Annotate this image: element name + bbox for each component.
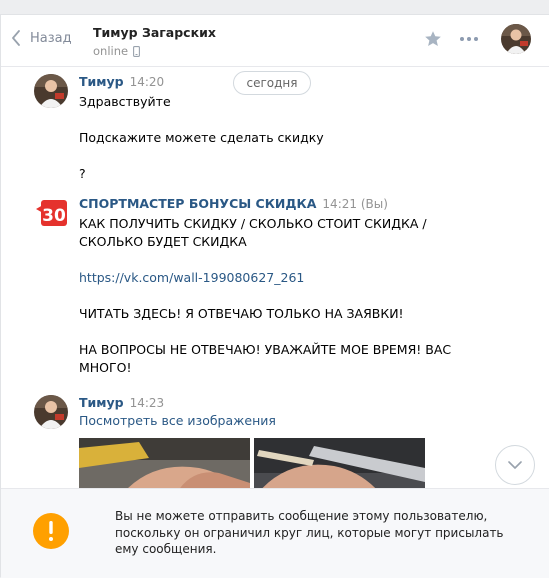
- peer-avatar[interactable]: [501, 24, 531, 54]
- message-text: ЧИТАТЬ ЗДЕСЬ! Я ОТВЕЧАЮ ТОЛЬКО НА ЗАЯВКИ…: [79, 306, 452, 375]
- back-button[interactable]: Назад: [11, 30, 72, 46]
- message-author[interactable]: Тимур: [79, 395, 124, 410]
- photo-attachments: [79, 438, 479, 488]
- message-text: КАК ПОЛУЧИТЬ СКИДКУ / СКОЛЬКО СТОИТ СКИД…: [79, 216, 427, 249]
- message-body: Тимур 14:23 Посмотреть все изображения: [79, 395, 479, 488]
- wall-post-link[interactable]: https://vk.com/wall-199080627_261: [79, 270, 304, 285]
- notice-text: Вы не можете отправить сообщение этому п…: [115, 509, 504, 556]
- avatar[interactable]: [34, 74, 68, 108]
- peer-info[interactable]: Тимур Загарских online: [93, 25, 216, 58]
- dialog-header: Назад Тимур Загарских online: [1, 15, 549, 67]
- photo-attachment[interactable]: [254, 438, 425, 488]
- peer-status: online: [93, 44, 216, 58]
- message-time[interactable]: 14:23: [130, 396, 165, 410]
- message-body: СПОРТМАСТЕР БОНУСЫ СКИДКА 14:21 (Вы) КАК …: [79, 196, 479, 377]
- group-avatar[interactable]: 30: [34, 196, 68, 230]
- avatar[interactable]: [34, 395, 68, 429]
- message-text: Здравствуйте Подскажите можете сделать с…: [79, 94, 324, 181]
- peer-name: Тимур Загарских: [93, 25, 216, 40]
- message-body: Тимур 14:20 Здравствуйте Подскажите может…: [79, 74, 479, 183]
- chevron-left-icon: [12, 30, 20, 46]
- blocked-message-notice: Вы не можете отправить сообщение этому п…: [1, 488, 549, 578]
- view-all-images-link[interactable]: Посмотреть все изображения: [79, 413, 276, 428]
- back-label: Назад: [30, 30, 72, 46]
- message-history[interactable]: сегодня Тимур 14:20 Здравствуйте Подскажи…: [1, 67, 549, 488]
- mobile-icon: [133, 45, 141, 57]
- message-time[interactable]: 14:21 (Вы): [322, 197, 387, 211]
- message-time[interactable]: 14:20: [130, 75, 165, 89]
- dialog-window: Назад Тимур Загарских online сегодня Тим…: [0, 14, 549, 578]
- online-status: online: [93, 44, 129, 58]
- star-icon[interactable]: [424, 30, 442, 48]
- group-avatar-text: 30: [42, 206, 66, 226]
- scroll-down-button[interactable]: [495, 445, 535, 485]
- more-actions-icon[interactable]: [460, 37, 478, 41]
- photo-attachment[interactable]: [79, 438, 250, 488]
- warning-icon: [33, 513, 69, 549]
- message-author[interactable]: Тимур: [79, 74, 124, 89]
- chevron-down-icon: [508, 461, 522, 469]
- message-author[interactable]: СПОРТМАСТЕР БОНУСЫ СКИДКА: [79, 196, 316, 211]
